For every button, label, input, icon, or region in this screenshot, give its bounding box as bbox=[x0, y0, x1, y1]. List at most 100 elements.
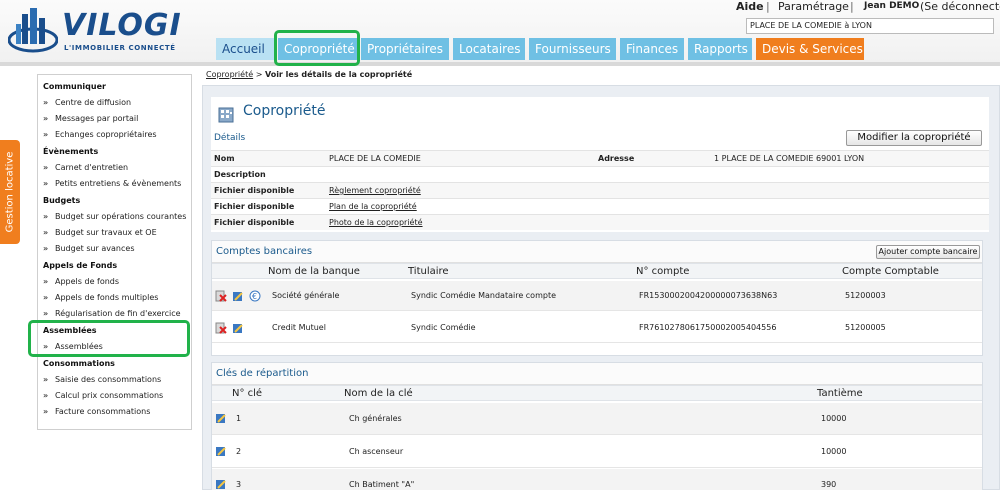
edit-icon[interactable] bbox=[232, 290, 244, 302]
detail-row: Fichier disponible Plan de la copropriét… bbox=[211, 198, 989, 214]
detail-label: Fichier disponible bbox=[214, 186, 295, 195]
menu-item-budget-courantes[interactable]: » Budget sur opérations courantes bbox=[43, 210, 186, 224]
menu-item-petits-entretiens[interactable]: » Petits entretiens & évènements bbox=[43, 177, 181, 191]
column-header[interactable]: Titulaire bbox=[408, 264, 449, 280]
chevron-right-icon: » bbox=[43, 407, 49, 416]
tab-rapports[interactable]: Rapports bbox=[688, 38, 752, 60]
breadcrumb: Copropriété > Voir les détails de la cop… bbox=[206, 70, 412, 79]
column-header[interactable]: N° compte bbox=[636, 264, 689, 280]
allocation-keys-panel: Clés de répartition N° clé Nom de la clé… bbox=[211, 362, 983, 490]
vilogi-logo[interactable]: VILOGI L'IMMOBILIER CONNECTÉ bbox=[8, 6, 188, 58]
breadcrumb-parent[interactable]: Copropriété bbox=[206, 70, 253, 79]
allocation-keys-title: Clés de répartition bbox=[216, 368, 309, 379]
menu-item-calcul-prix[interactable]: » Calcul prix consommations bbox=[43, 389, 163, 403]
detail-row: Fichier disponible Règlement copropriété bbox=[211, 182, 989, 198]
euro-icon[interactable]: € bbox=[249, 290, 261, 302]
menu-item-budget-travaux[interactable]: » Budget sur travaux et OE bbox=[43, 226, 157, 240]
menu-item-label: Messages par portail bbox=[55, 114, 139, 123]
left-menu: Communiquer » Centre de diffusion » Messag… bbox=[37, 74, 192, 430]
menu-item-label: Centre de diffusion bbox=[55, 98, 132, 107]
app-header: VILOGI L'IMMOBILIER CONNECTÉ Aide | Para… bbox=[0, 0, 1000, 66]
column-header[interactable]: Nom de la clé bbox=[344, 386, 413, 402]
property-selector[interactable]: PLACE DE LA COMEDIE à LYON bbox=[746, 18, 994, 34]
menu-section-appels-fonds: Appels de Fonds bbox=[43, 261, 118, 270]
account-holder: Syndic Comédie bbox=[411, 323, 476, 332]
allocation-keys-table-header: N° clé Nom de la clé Tantième bbox=[212, 385, 982, 401]
detail-label: Fichier disponible bbox=[214, 218, 295, 227]
side-tab-label: Gestion locative bbox=[4, 151, 16, 233]
chevron-right-icon: » bbox=[43, 375, 49, 384]
tab-locataires[interactable]: Locataires bbox=[453, 38, 525, 60]
detail-label: Nom bbox=[214, 154, 235, 163]
logout-link[interactable]: (Se déconnecter) bbox=[920, 0, 1000, 13]
tab-accueil[interactable]: Accueil bbox=[216, 38, 274, 60]
page-title: Copropriété bbox=[243, 103, 326, 119]
menu-item-regularisation[interactable]: » Régularisation de fin d'exercice bbox=[43, 307, 181, 321]
column-header[interactable]: N° clé bbox=[232, 386, 262, 402]
edit-icon[interactable] bbox=[215, 412, 227, 424]
menu-item-facture-conso[interactable]: » Facture consommations bbox=[43, 405, 150, 419]
menu-item-centre-diffusion[interactable]: » Centre de diffusion bbox=[43, 96, 131, 110]
tab-devis-services[interactable]: Devis & Services bbox=[756, 38, 864, 60]
chevron-right-icon: » bbox=[43, 277, 49, 286]
edit-icon[interactable] bbox=[232, 322, 244, 334]
column-header[interactable]: Tantième bbox=[817, 386, 863, 402]
key-name: Ch générales bbox=[349, 414, 402, 423]
delete-icon[interactable] bbox=[215, 290, 227, 302]
edit-copropriete-button[interactable]: Modifier la copropriété bbox=[846, 130, 982, 146]
menu-item-label: Saisie des consommations bbox=[55, 375, 162, 384]
key-number: 1 bbox=[236, 414, 242, 423]
menu-item-label: Budget sur travaux et OE bbox=[55, 228, 157, 237]
chevron-right-icon: » bbox=[43, 130, 49, 139]
detail-row: Nom PLACE DE LA COMEDIE Adresse 1 PLACE … bbox=[211, 150, 989, 166]
help-link[interactable]: Aide bbox=[736, 0, 764, 13]
allocation-keys-header: Clés de répartition bbox=[212, 363, 982, 385]
chevron-right-icon: » bbox=[43, 228, 49, 237]
tab-finances[interactable]: Finances bbox=[620, 38, 684, 60]
edit-icon[interactable] bbox=[215, 478, 227, 490]
add-bank-account-button[interactable]: Ajouter compte bancaire bbox=[876, 245, 980, 259]
user-name: Jean DEMO bbox=[864, 1, 920, 11]
menu-item-budget-avances[interactable]: » Budget sur avances bbox=[43, 242, 134, 256]
key-share: 10000 bbox=[821, 414, 847, 423]
menu-section-consommations: Consommations bbox=[43, 359, 115, 368]
menu-item-appels-multiples[interactable]: » Appels de fonds multiples bbox=[43, 291, 158, 305]
menu-item-echanges[interactable]: » Echanges copropriétaires bbox=[43, 128, 157, 142]
menu-item-messages-portail[interactable]: » Messages par portail bbox=[43, 112, 138, 126]
file-link[interactable]: Plan de la copropriété bbox=[329, 199, 417, 215]
menu-section-evenements: Évènements bbox=[43, 147, 99, 156]
table-row: € Société générale Syndic Comédie Mandat… bbox=[212, 281, 982, 311]
table-row: Credit Mutuel Syndic Comédie FR761027806… bbox=[212, 313, 982, 343]
account-number: FR1530002004200000073638N63 bbox=[639, 291, 778, 300]
gestion-locative-tab[interactable]: Gestion locative bbox=[0, 140, 20, 244]
bank-name: Société générale bbox=[272, 291, 340, 300]
column-header[interactable]: Compte Comptable bbox=[842, 264, 939, 280]
key-name: Ch Batiment "A" bbox=[349, 480, 415, 489]
building-icon bbox=[218, 107, 234, 123]
main-content: Copropriété Détails Modifier la copropri… bbox=[202, 85, 1000, 490]
bank-accounts-table-header: Nom de la banque Titulaire N° compte Com… bbox=[212, 263, 982, 279]
menu-item-label: Appels de fonds bbox=[55, 277, 120, 286]
detail-value: PLACE DE LA COMEDIE bbox=[329, 154, 421, 163]
logo-tagline: L'IMMOBILIER CONNECTÉ bbox=[64, 44, 176, 52]
detail-row: Description bbox=[211, 166, 989, 182]
svg-text:€: € bbox=[252, 292, 257, 301]
settings-link[interactable]: Paramétrage bbox=[778, 0, 849, 13]
chevron-right-icon: » bbox=[43, 163, 49, 172]
tab-proprietaires[interactable]: Propriétaires bbox=[361, 38, 449, 60]
logo-text: VILOGI bbox=[62, 8, 182, 43]
chevron-right-icon: » bbox=[43, 114, 49, 123]
edit-icon[interactable] bbox=[215, 445, 227, 457]
menu-item-saisie-conso[interactable]: » Saisie des consommations bbox=[43, 373, 161, 387]
chevron-right-icon: » bbox=[43, 391, 49, 400]
file-link[interactable]: Photo de la copropriété bbox=[329, 215, 423, 231]
menu-item-appels-fonds[interactable]: » Appels de fonds bbox=[43, 275, 119, 289]
account-number: FR7610278061750002005404556 bbox=[639, 323, 777, 332]
ledger-account: 51200003 bbox=[845, 291, 886, 300]
file-link[interactable]: Règlement copropriété bbox=[329, 183, 421, 199]
tab-fournisseurs[interactable]: Fournisseurs bbox=[529, 38, 616, 60]
menu-item-carnet-entretien[interactable]: » Carnet d'entretien bbox=[43, 161, 128, 175]
delete-icon[interactable] bbox=[215, 322, 227, 334]
detail-value: 1 PLACE DE LA COMEDIE 69001 LYON bbox=[714, 154, 865, 163]
column-header[interactable]: Nom de la banque bbox=[268, 264, 360, 280]
